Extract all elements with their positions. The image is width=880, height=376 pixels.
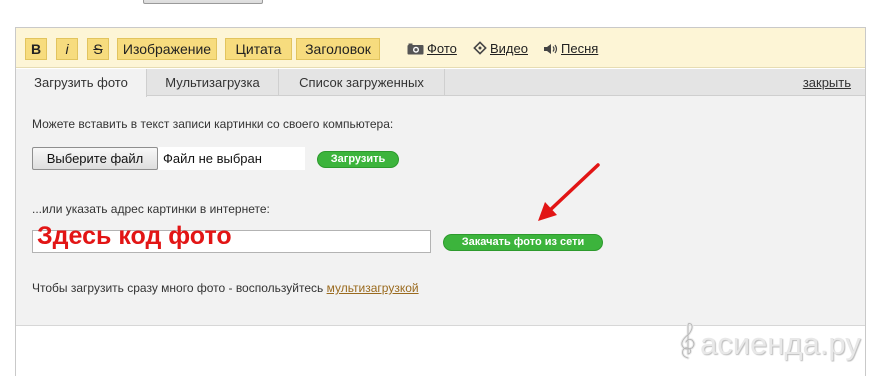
multi-upload-hint-text: Чтобы загрузить сразу много фото - воспо… — [32, 281, 327, 295]
close-panel-link[interactable]: закрыть — [803, 69, 851, 96]
video-icon — [473, 41, 487, 60]
camera-icon — [407, 42, 424, 60]
video-link-label: Видео — [490, 41, 528, 56]
quote-button[interactable]: Цитата — [225, 38, 292, 60]
italic-button[interactable]: i — [56, 38, 78, 60]
image-button[interactable]: Изображение — [117, 38, 217, 60]
photo-code-annotation: Здесь код фото — [37, 222, 232, 250]
tab-uploaded-list[interactable]: Список загруженных — [279, 69, 445, 96]
watermark-text: асиенда.ру — [700, 326, 861, 361]
multi-upload-hint: Чтобы загрузить сразу много фото - воспо… — [32, 281, 419, 295]
multi-upload-link[interactable]: мультизагрузкой — [327, 281, 419, 295]
speaker-icon — [543, 42, 558, 60]
fetch-from-web-button[interactable]: Закачать фото из сети — [443, 234, 603, 251]
bold-button[interactable]: B — [25, 38, 47, 60]
heading-button[interactable]: Заголовок — [296, 38, 380, 60]
file-status-text: Файл не выбран — [158, 147, 305, 170]
url-label: ...или указать адрес картинки в интернет… — [32, 202, 270, 216]
tab-upload-photo[interactable]: Загрузить фото — [16, 69, 147, 97]
song-link-label: Песня — [561, 41, 599, 56]
watermark: асиенда.ру — [678, 321, 861, 368]
video-link[interactable]: Видео — [473, 40, 528, 58]
photo-link[interactable]: Фото — [407, 40, 457, 58]
panel-tabs: Загрузить фото Мультизагрузка Список заг… — [16, 69, 865, 97]
strikethrough-button[interactable]: S — [87, 38, 109, 60]
choose-file-button[interactable]: Выберите файл — [32, 147, 158, 170]
upload-from-computer-label: Можете вставить в текст записи картинки … — [32, 117, 394, 131]
top-cut-button[interactable] — [143, 0, 263, 4]
song-link[interactable]: Песня — [543, 40, 598, 58]
annotation-arrow-shaft — [546, 163, 600, 214]
photo-upload-panel: Загрузить фото Мультизагрузка Список заг… — [16, 69, 865, 326]
tab-multi-upload[interactable]: Мультизагрузка — [147, 69, 279, 96]
photo-link-label: Фото — [427, 41, 457, 56]
upload-button[interactable]: Загрузить — [317, 151, 399, 168]
treble-clef-icon — [678, 321, 698, 368]
annotation-arrow — [538, 163, 600, 221]
formatting-toolbar: B i S Изображение Цитата Заголовок Фото … — [16, 28, 865, 68]
